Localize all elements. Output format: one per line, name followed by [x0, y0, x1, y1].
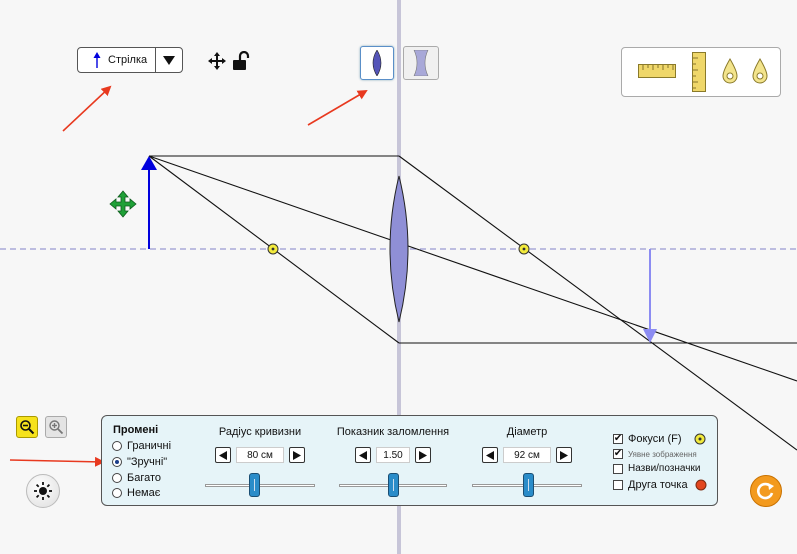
- concave-lens-button[interactable]: [403, 46, 439, 80]
- zoom-out-icon: [20, 420, 35, 435]
- ray-refracted: [398, 155, 797, 451]
- slider-thumb[interactable]: [249, 473, 260, 497]
- radio-button-selected[interactable]: [112, 457, 122, 467]
- option-second-point[interactable]: Друга точка: [613, 479, 707, 491]
- annotation-arrows: [9, 85, 368, 467]
- rays-option-many[interactable]: Багато: [112, 472, 161, 484]
- light-probe-icon[interactable]: [752, 58, 768, 84]
- checkbox[interactable]: [613, 463, 623, 474]
- rays-option-marginal[interactable]: Граничні: [112, 440, 171, 452]
- control-title: Радіус кривизни: [218, 426, 302, 438]
- zoom-in-button[interactable]: [45, 416, 67, 438]
- left-arrow-icon: [219, 450, 227, 460]
- option-label: Фокуси (F): [628, 433, 682, 445]
- checkbox-checked[interactable]: ✔: [613, 434, 623, 444]
- ruler-horizontal-icon[interactable]: [638, 64, 676, 78]
- decrease-button[interactable]: [215, 447, 231, 463]
- option-label: Уявне зображення: [628, 449, 697, 459]
- control-title: Показник заломлення: [336, 426, 450, 438]
- radio-label: Немає: [127, 487, 161, 499]
- control-panel: Промені Граничні "Зручні" Багато Немає Р…: [101, 415, 718, 506]
- radio-button[interactable]: [112, 473, 122, 483]
- convex-lens[interactable]: [389, 175, 409, 323]
- convex-lens-button[interactable]: [360, 46, 394, 80]
- measurement-toolbox: [621, 47, 781, 97]
- radio-label: Багато: [127, 472, 162, 484]
- control-title: Діаметр: [506, 426, 548, 438]
- light-probe-icon[interactable]: [722, 58, 738, 84]
- increase-button[interactable]: [556, 447, 572, 463]
- rays-option-none[interactable]: Немає: [112, 487, 160, 499]
- option-label: Друга точка: [628, 479, 688, 491]
- option-focus-points[interactable]: ✔ Фокуси (F): [613, 433, 706, 445]
- move-handle-icon[interactable]: [109, 190, 137, 218]
- option-virtual-image[interactable]: ✔ Уявне зображення: [613, 449, 697, 459]
- object-type-selector[interactable]: Стрілка: [77, 47, 183, 73]
- option-labels[interactable]: Назви/позначки: [613, 463, 700, 474]
- zoom-in-icon: [49, 420, 64, 435]
- object-type-label: Стрілка: [108, 54, 148, 66]
- slider-thumb[interactable]: [388, 473, 399, 497]
- sun-icon: [34, 482, 52, 500]
- radio-label: "Зручні": [127, 456, 168, 468]
- rays-option-convenient[interactable]: "Зручні": [112, 456, 167, 468]
- increase-button[interactable]: [415, 447, 431, 463]
- radio-button[interactable]: [112, 488, 122, 498]
- checkbox[interactable]: [613, 480, 623, 490]
- ruler-vertical-icon[interactable]: [692, 52, 706, 92]
- light-rays: [148, 155, 797, 451]
- zoom-out-button[interactable]: [16, 416, 38, 438]
- image-arrow: [643, 249, 657, 343]
- ray-center: [148, 155, 797, 382]
- rays-title: Промені: [113, 424, 159, 436]
- object-arrow-icon: [90, 52, 104, 68]
- right-arrow-icon: [560, 450, 568, 460]
- left-arrow-icon: [486, 450, 494, 460]
- reset-icon: [757, 482, 774, 500]
- increase-button[interactable]: [289, 447, 305, 463]
- dropdown-triangle-icon[interactable]: [155, 48, 182, 72]
- decrease-button[interactable]: [482, 447, 498, 463]
- second-point-icon: [695, 479, 707, 491]
- radio-button[interactable]: [112, 441, 122, 451]
- left-arrow-icon: [359, 450, 367, 460]
- unlock-icon[interactable]: [232, 50, 250, 76]
- concave-lens-icon: [413, 50, 429, 76]
- reset-button[interactable]: [750, 475, 782, 507]
- decrease-button[interactable]: [355, 447, 371, 463]
- checkbox-checked[interactable]: ✔: [613, 449, 623, 459]
- right-arrow-icon: [293, 450, 301, 460]
- object-arrow[interactable]: [141, 156, 157, 249]
- radio-label: Граничні: [127, 440, 172, 452]
- value-display: 1.50: [376, 447, 410, 463]
- brightness-button[interactable]: [26, 474, 60, 508]
- focus-point-right[interactable]: [518, 243, 530, 255]
- right-arrow-icon: [419, 450, 427, 460]
- value-display: 80 см: [236, 447, 284, 463]
- move-tool-icon[interactable]: [208, 52, 226, 75]
- focus-point-left[interactable]: [267, 243, 279, 255]
- slider-track[interactable]: [205, 484, 315, 487]
- value-display: 92 см: [503, 447, 551, 463]
- option-label: Назви/позначки: [628, 463, 701, 474]
- slider-thumb[interactable]: [523, 473, 534, 497]
- convex-lens-icon: [372, 50, 382, 76]
- focus-point-icon: [694, 433, 706, 445]
